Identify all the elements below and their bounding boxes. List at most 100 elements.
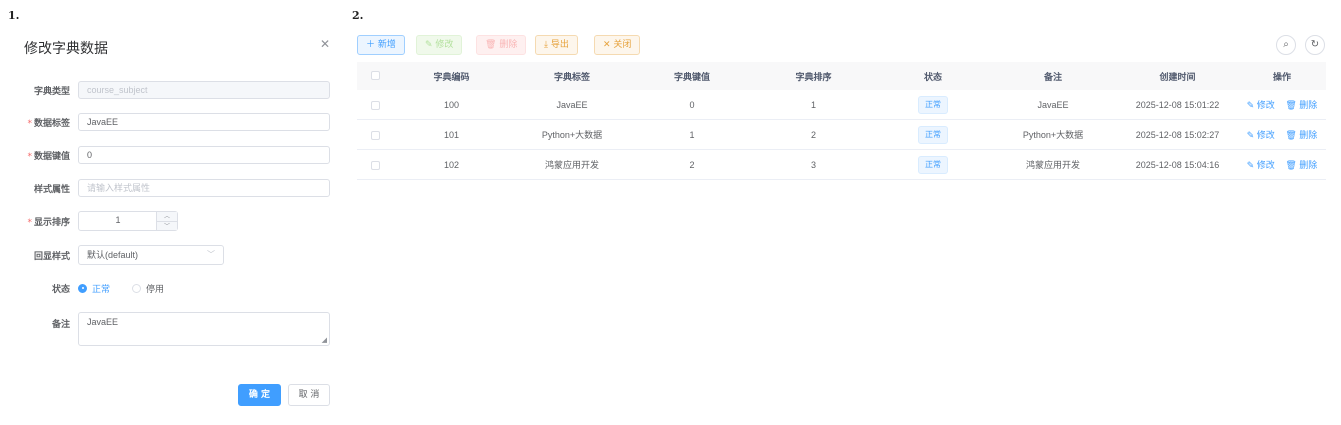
dict-type-label: 字典类型 [33, 86, 70, 97]
radio-checked-icon [78, 283, 87, 293]
row-delete-link[interactable]: 🗑 删除 [1285, 130, 1317, 140]
row-delete-label: 删除 [1299, 160, 1318, 170]
trash-icon: 🗑 [485, 40, 497, 50]
cell-status: 正常 [877, 149, 989, 180]
edit-icon: ✎ [425, 40, 433, 50]
close-icon[interactable]: ✕ [320, 37, 330, 51]
cell-actions: ✎ 修改 🗑 删除 [1238, 119, 1326, 150]
cell-status: 正常 [877, 90, 989, 120]
edit-button-label: 修改 [435, 40, 454, 50]
export-button[interactable]: ⤓ 导出 [535, 35, 578, 55]
header-created: 创建时间 [1117, 62, 1238, 90]
cell-remark: 鸿蒙应用开发 [989, 149, 1117, 180]
cell-value: 0 [634, 90, 750, 120]
trash-icon: 🗑 [1285, 130, 1297, 140]
row-edit-link[interactable]: ✎ 修改 [1247, 130, 1275, 140]
status-radio-normal-label: 正常 [92, 284, 111, 295]
trash-icon: 🗑 [1285, 160, 1297, 170]
cell-value: 1 [634, 119, 750, 150]
select-all-checkbox[interactable] [370, 71, 380, 80]
dict-label-label: * 数据标签 [0, 116, 78, 129]
trash-icon: 🗑 [1285, 100, 1297, 110]
add-button-label: 新增 [377, 40, 396, 50]
list-class-label: 回显样式 [33, 251, 70, 262]
close-button[interactable]: ✕ 关闭 [594, 35, 641, 55]
dict-sort-stepper[interactable]: 1 ︿ ﹀ [78, 211, 178, 231]
search-icon[interactable]: ⌕ [1276, 35, 1296, 55]
remark-textarea[interactable]: JavaEE ◢ [78, 312, 330, 346]
css-class-input[interactable]: 请输入样式属性 [78, 179, 330, 197]
dict-value-input[interactable]: 0 [78, 146, 330, 164]
dialog-title: 修改字典数据 [24, 41, 108, 57]
row-edit-label: 修改 [1256, 130, 1275, 140]
dict-type-input: course_subject [78, 81, 330, 99]
delete-button[interactable]: 🗑 删除 [476, 35, 527, 55]
header-sort: 字典排序 [750, 62, 877, 90]
row-edit-link[interactable]: ✎ 修改 [1247, 160, 1275, 170]
chevron-down-icon[interactable]: ﹀ [157, 222, 177, 231]
chevron-up-icon[interactable]: ︿ [157, 212, 177, 222]
form-row-dict-sort: * 显示排序 1 ︿ ﹀ [0, 211, 178, 231]
cell-actions: ✎ 修改 🗑 删除 [1238, 149, 1326, 180]
required-mark: * [27, 118, 32, 129]
cell-code: 101 [393, 119, 510, 150]
remark-label: 备注 [51, 320, 70, 330]
cell-code: 102 [393, 149, 510, 180]
dict-data-table: 字典编码 字典标签 字典键值 字典排序 状态 备注 创建时间 操作 100 Ja… [357, 62, 1326, 180]
form-row-css-class: 样式属性 请输入样式属性 [0, 178, 330, 198]
row-checkbox[interactable] [370, 130, 380, 140]
row-checkbox[interactable] [370, 100, 380, 110]
dict-label-label-text: 数据标签 [33, 118, 70, 129]
dict-value-label: * 数据键值 [0, 149, 78, 162]
required-mark: * [27, 217, 32, 228]
resize-grip-icon[interactable]: ◢ [322, 336, 327, 344]
chevron-down-icon: ﹀ [207, 250, 215, 259]
cell-label: Python+大数据 [510, 119, 634, 150]
row-select-cell [357, 90, 393, 120]
cell-created: 2025-12-08 15:04:16 [1117, 149, 1238, 180]
header-actions: 操作 [1238, 62, 1326, 90]
export-button-label: 导出 [550, 40, 569, 50]
refresh-icon[interactable]: ↻ [1305, 35, 1325, 55]
header-label: 字典标签 [510, 62, 634, 90]
header-value: 字典键值 [634, 62, 750, 90]
close-button-label: 关闭 [613, 40, 632, 50]
delete-button-label: 删除 [499, 40, 518, 50]
row-select-cell [357, 149, 393, 180]
remark-value: JavaEE [87, 317, 119, 327]
step-label-1: 1. [8, 9, 20, 22]
cell-code: 100 [393, 90, 510, 120]
cancel-button[interactable]: 取 消 [288, 384, 330, 406]
row-delete-label: 删除 [1299, 130, 1318, 140]
form-row-status: 状态 正常 停用 [0, 278, 186, 298]
row-delete-link[interactable]: 🗑 删除 [1285, 100, 1317, 110]
form-row-remark: 备注 JavaEE ◢ [0, 312, 330, 346]
form-row-dict-type: 字典类型 course_subject [0, 80, 330, 100]
table-row[interactable]: 102 鸿蒙应用开发 2 3 正常 鸿蒙应用开发 2025-12-08 15:0… [357, 149, 1326, 180]
status-radio-normal[interactable]: 正常 [78, 282, 110, 295]
row-delete-link[interactable]: 🗑 删除 [1285, 160, 1317, 170]
cell-sort: 1 [750, 90, 877, 120]
select-all-cell [357, 62, 393, 90]
dict-sort-label: * 显示排序 [0, 215, 78, 228]
list-class-select[interactable]: 默认(default) ﹀ [78, 245, 224, 265]
required-mark: * [27, 151, 32, 162]
table-row[interactable]: 101 Python+大数据 1 2 正常 Python+大数据 2025-12… [357, 119, 1326, 150]
cell-status: 正常 [877, 119, 989, 150]
edit-dict-data-dialog: 修改字典数据 ✕ 字典类型 course_subject * 数据标签 JavaE… [0, 22, 345, 425]
cell-sort: 3 [750, 149, 877, 180]
form-row-list-class: 回显样式 默认(default) ﹀ [0, 245, 224, 265]
table-row[interactable]: 100 JavaEE 0 1 正常 JavaEE 2025-12-08 15:0… [357, 90, 1326, 120]
dict-sort-value[interactable]: 1 [79, 215, 157, 225]
table-header-row: 字典编码 字典标签 字典键值 字典排序 状态 备注 创建时间 操作 [357, 62, 1326, 90]
confirm-button[interactable]: 确 定 [238, 384, 281, 406]
status-badge: 正常 [918, 125, 948, 144]
edit-button[interactable]: ✎ 修改 [416, 35, 463, 55]
cell-sort: 2 [750, 119, 877, 150]
status-radio-disabled[interactable]: 停用 [132, 282, 164, 295]
row-edit-link[interactable]: ✎ 修改 [1247, 100, 1275, 110]
dict-label-input[interactable]: JavaEE [78, 113, 330, 131]
add-button[interactable]: ＋ 新增 [357, 35, 405, 55]
row-select-cell [357, 119, 393, 150]
row-checkbox[interactable] [370, 160, 380, 170]
